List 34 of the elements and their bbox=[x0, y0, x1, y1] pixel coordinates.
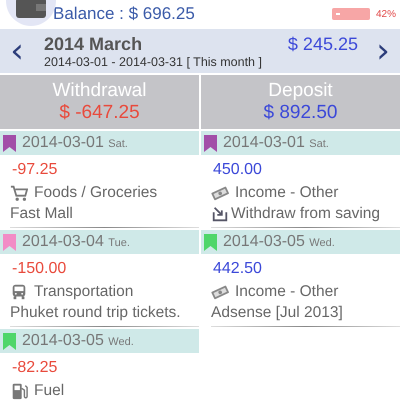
entry-amount: -150.00 bbox=[11, 259, 68, 279]
budget-percent: 42% bbox=[376, 8, 396, 20]
transfer-icon bbox=[211, 205, 229, 223]
period-amount: $ 245.25 bbox=[288, 34, 358, 54]
column-total: $ -647.25 bbox=[59, 102, 140, 124]
category-text: Income - Other bbox=[235, 184, 338, 202]
column-title: Deposit bbox=[268, 80, 333, 102]
note-text: Fast Mall bbox=[10, 205, 73, 223]
date-text: 2014-03-01 Sat. bbox=[22, 134, 128, 152]
date-text: 2014-03-05 Wed. bbox=[223, 233, 335, 251]
date-text: 2014-03-05 Wed. bbox=[22, 332, 134, 350]
category-text: Transportation bbox=[34, 283, 134, 301]
entry-amount: 450.00 bbox=[212, 160, 263, 180]
category-text: Foods / Groceries bbox=[34, 184, 158, 202]
category-text: Income - Other bbox=[235, 283, 338, 301]
balance-text: Balance : $ 696.25 bbox=[53, 4, 196, 24]
cart-icon bbox=[10, 184, 28, 202]
column-total: $ 892.50 bbox=[264, 102, 338, 124]
next-button[interactable]: › bbox=[366, 34, 400, 68]
date-text: 2014-03-04 Tue. bbox=[22, 233, 130, 251]
column-title: Withdrawal bbox=[52, 80, 146, 102]
note-text: Adsense [Jul 2013] bbox=[211, 304, 343, 322]
budget-bar bbox=[332, 8, 370, 20]
entry-amount: -82.25 bbox=[11, 358, 58, 378]
note-text: Phuket round trip tickets. bbox=[10, 304, 181, 322]
note-text: Withdraw from saving bbox=[231, 205, 380, 223]
date-text: 2014-03-01 Sat. bbox=[223, 134, 329, 152]
bus-icon bbox=[10, 283, 28, 301]
previous-button[interactable]: ‹ bbox=[0, 34, 34, 68]
date-range: 2014-03-01 - 2014-03-31 [ This month ] bbox=[44, 54, 263, 68]
entry-amount: 442.50 bbox=[212, 259, 263, 279]
category-text: Fuel bbox=[34, 382, 64, 400]
entry-amount: -97.25 bbox=[11, 160, 58, 180]
period-title: 2014 March bbox=[44, 34, 142, 54]
